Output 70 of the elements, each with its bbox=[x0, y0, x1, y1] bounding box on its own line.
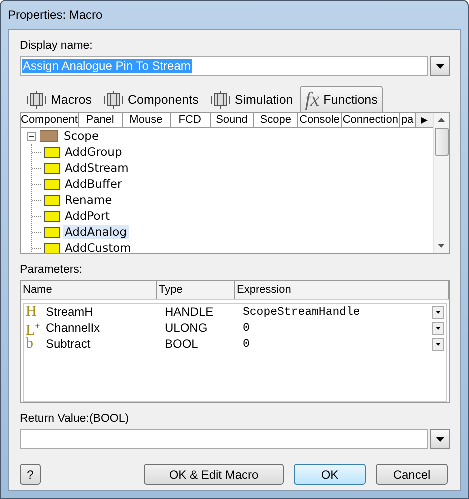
caret-icon bbox=[436, 326, 440, 330]
help-button[interactable]: ? bbox=[20, 464, 41, 485]
tree-item[interactable]: AddPort bbox=[63, 209, 112, 223]
ok-edit-macro-button[interactable]: OK & Edit Macro bbox=[144, 464, 284, 485]
scroll-up-icon[interactable] bbox=[438, 118, 445, 122]
type-icon: H bbox=[26, 305, 40, 319]
macro-icon bbox=[44, 226, 60, 238]
collapse-toggle-icon[interactable] bbox=[27, 132, 36, 140]
scroll-thumb[interactable] bbox=[434, 128, 448, 156]
category-tab[interactable]: Component bbox=[21, 113, 79, 127]
window-title: Properties: Macro bbox=[7, 7, 104, 24]
folder-icon bbox=[40, 130, 58, 142]
scroll-down-icon[interactable] bbox=[438, 244, 445, 248]
parameter-name: StreamH bbox=[46, 305, 94, 319]
tab[interactable]: Components bbox=[98, 88, 204, 112]
cancel-button[interactable]: Cancel bbox=[376, 464, 448, 485]
tab[interactable]: Simulation bbox=[206, 88, 298, 112]
scrollbar[interactable] bbox=[433, 113, 449, 253]
macro-icon bbox=[44, 162, 60, 174]
parameter-type: ULONG bbox=[165, 321, 208, 335]
scroll-tabs-button[interactable]: ▶ bbox=[416, 113, 433, 127]
macro-icon bbox=[44, 242, 60, 253]
parameter-type: HANDLE bbox=[165, 305, 214, 319]
expression-value[interactable]: 0 bbox=[243, 338, 432, 350]
dropdown-button[interactable] bbox=[432, 338, 444, 350]
parameter-name: ChannelIx bbox=[46, 321, 100, 335]
tree-item[interactable]: AddStream bbox=[63, 161, 131, 175]
macro-icon bbox=[44, 210, 60, 222]
parameters-label: Parameters: bbox=[20, 264, 84, 278]
caret-icon bbox=[436, 310, 440, 314]
tree-item[interactable]: AddCustom bbox=[63, 241, 134, 253]
dropdown-button[interactable] bbox=[430, 429, 450, 449]
macro-icon bbox=[44, 194, 60, 206]
type-icon: L$^{+}$ bbox=[26, 318, 40, 338]
category-tab[interactable]: FCD bbox=[170, 113, 211, 127]
dropdown-button[interactable] bbox=[432, 322, 444, 334]
chip-icon bbox=[210, 91, 231, 109]
column-header[interactable]: Expression bbox=[235, 281, 449, 299]
dropdown-button[interactable] bbox=[430, 56, 450, 76]
category-tab[interactable]: pa bbox=[400, 113, 416, 127]
tree-item[interactable]: AddAnalog bbox=[63, 225, 129, 239]
parameter-name: Subtract bbox=[46, 337, 91, 351]
tab[interactable]: Macros bbox=[22, 88, 97, 112]
caret-icon bbox=[436, 64, 444, 68]
tree-item[interactable]: AddBuffer bbox=[63, 177, 124, 191]
tree-item[interactable]: Rename bbox=[63, 193, 114, 207]
dropdown-button[interactable] bbox=[432, 306, 444, 318]
type-icon: b bbox=[26, 337, 40, 351]
column-header[interactable]: Name bbox=[21, 281, 157, 299]
caret-icon bbox=[436, 436, 444, 442]
expression-value[interactable]: ScopeStreamHandle bbox=[243, 306, 432, 318]
display-name-label: Display name: bbox=[20, 40, 94, 54]
return-value-field[interactable] bbox=[20, 429, 428, 449]
caret-icon bbox=[436, 342, 440, 346]
macro-icon bbox=[44, 146, 60, 158]
return-value-label: Return Value:(BOOL) bbox=[20, 413, 130, 427]
chip-icon bbox=[104, 91, 124, 109]
tree-item[interactable]: Scope bbox=[62, 129, 102, 143]
category-tab[interactable]: Sound bbox=[210, 113, 254, 127]
parameter-type: BOOL bbox=[165, 337, 198, 351]
category-tab[interactable]: Connection bbox=[342, 113, 400, 127]
expression-value[interactable]: 0 bbox=[243, 322, 432, 334]
function-icon: fx bbox=[305, 90, 320, 110]
ok-button[interactable]: OK bbox=[294, 464, 366, 485]
category-tab[interactable]: Console bbox=[298, 113, 342, 127]
tree-item[interactable]: AddGroup bbox=[63, 145, 124, 159]
chip-icon bbox=[27, 91, 47, 109]
macro-icon bbox=[44, 178, 60, 190]
column-header[interactable]: Type bbox=[157, 281, 235, 299]
tab[interactable]: fx Functions bbox=[300, 86, 383, 112]
